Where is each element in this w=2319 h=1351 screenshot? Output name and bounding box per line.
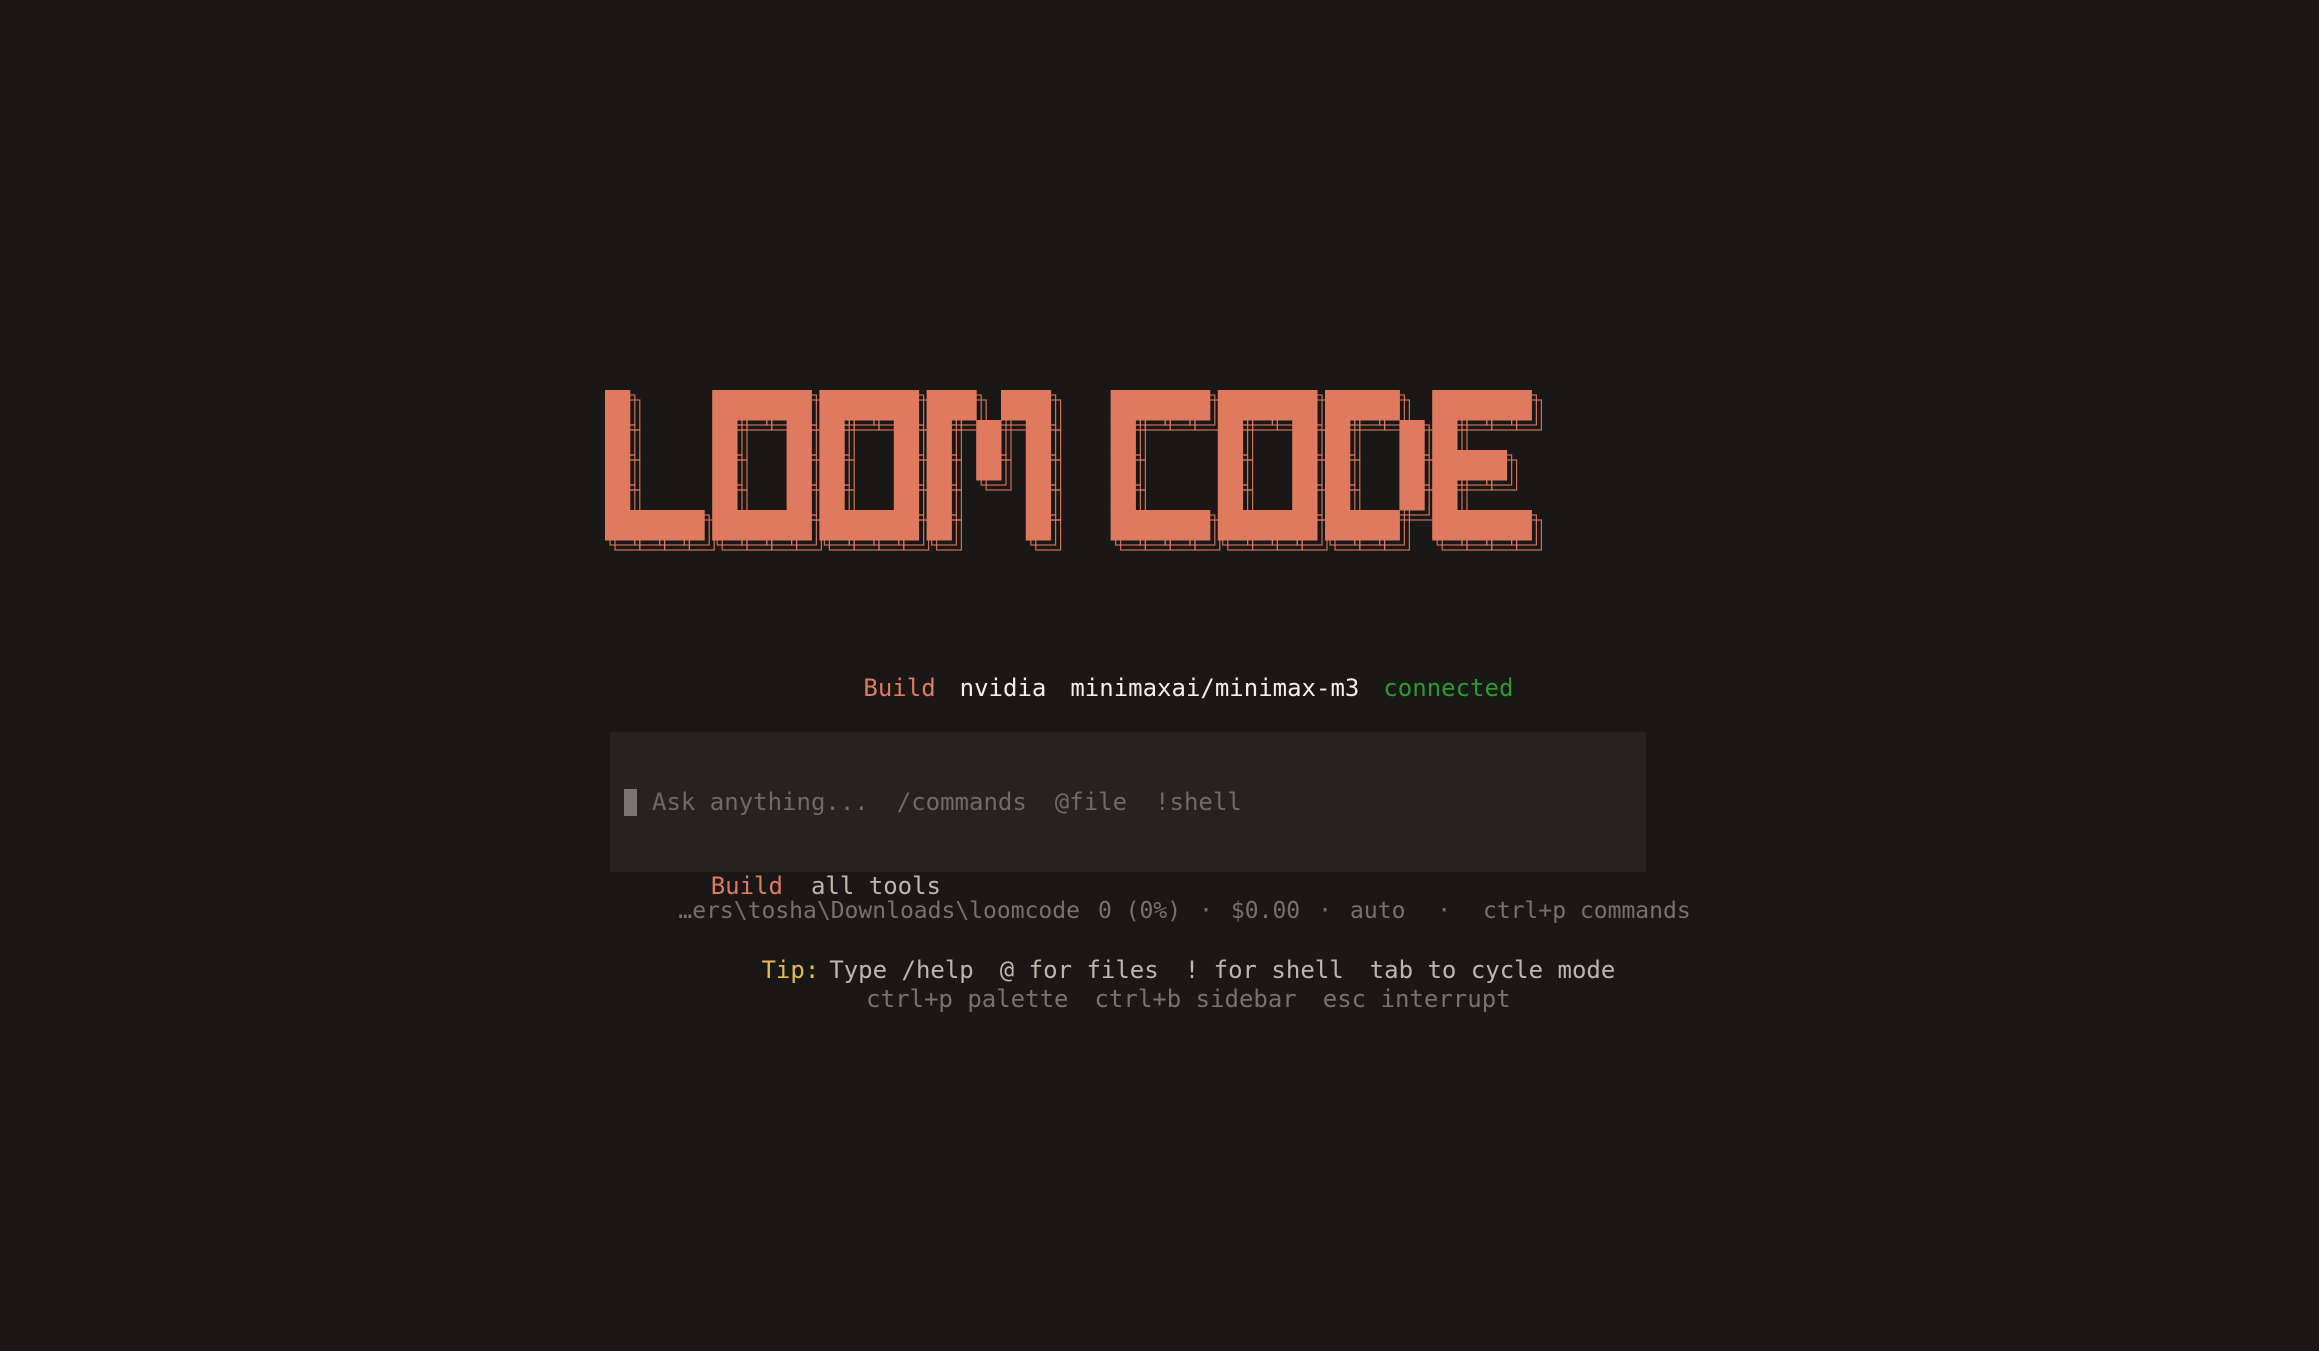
model-name[interactable]: minimaxai/minimax-m3 (1070, 674, 1359, 702)
logo-letter-l (605, 390, 715, 551)
connection-status: connected (1383, 674, 1514, 702)
logo-letter-m (926, 390, 1062, 551)
logo-letter-o (819, 390, 930, 551)
prompt-input[interactable]: Ask anything... /commands @file !shell (624, 788, 1270, 816)
working-directory: …ers\tosha\Downloads\loomcode (678, 898, 1080, 924)
provider-name: nvidia (959, 674, 1047, 702)
separator: · (1318, 898, 1333, 924)
keybind-sidebar: ctrl+b sidebar (1094, 985, 1297, 1013)
logo-letter-c (1110, 390, 1221, 551)
palette-hint: ctrl+p commands (1482, 898, 1691, 924)
keybindings-line: ctrl+p palette ctrl+b sidebar esc interrup… (0, 957, 2319, 1041)
token-count: 0 (0%) (1097, 898, 1182, 924)
mode-indicator[interactable]: Build (863, 674, 935, 702)
session-cost: $0.00 (1230, 898, 1301, 924)
status-line: Build nvidia minimaxai/minimax-m3 connected (0, 646, 2319, 730)
separator: · (1199, 898, 1213, 924)
model-mode: auto (1350, 898, 1406, 924)
commands-hint: /commands (896, 788, 1027, 816)
separator: · (1423, 898, 1465, 924)
input-placeholder: Ask anything... (652, 788, 869, 816)
keybind-palette: ctrl+p palette (866, 985, 1069, 1013)
logo-letter-e (1432, 390, 1542, 551)
shell-hint: !shell (1155, 788, 1242, 816)
logo-letter-d (1325, 390, 1435, 551)
logo-letter-o (1217, 390, 1328, 551)
prompt-input-box[interactable]: Ask anything.../commands @file !shell Buil… (610, 732, 1646, 900)
keybind-interrupt: esc interrupt (1322, 985, 1511, 1013)
logo-letter-o (712, 390, 823, 551)
terminal-screen: Build nvidia minimaxai/minimax-m3 connected… (0, 0, 2319, 1351)
loom-code-logo (605, 390, 1542, 551)
text-cursor (624, 788, 637, 816)
file-hint: @file (1054, 788, 1128, 816)
